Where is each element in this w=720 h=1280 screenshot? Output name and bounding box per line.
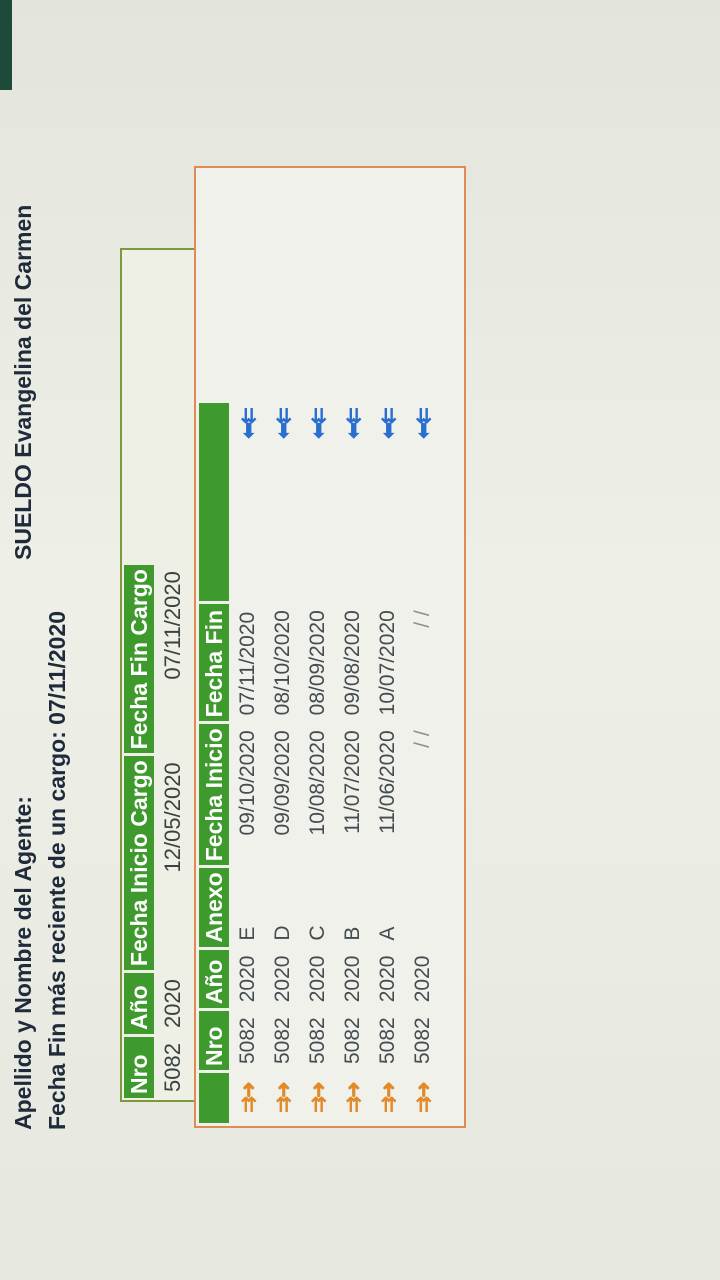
cell-nro: 5082 — [271, 1017, 294, 1064]
cell-nro: 5082 — [236, 1017, 259, 1064]
cell-anexo: C — [306, 925, 329, 941]
cell-anio: 2020 — [306, 955, 329, 1003]
annex-table: Nro Año Anexo Fecha Inicio Fecha Fin ⇉➜ … — [196, 400, 442, 1126]
agent-header: Apellido y Nombre del Agente: SUELDO Eva… — [6, 10, 74, 1130]
cell-fecha-inicio: 09/09/2020 — [271, 730, 294, 836]
last-end-date-label: Fecha Fin más reciente de un cargo: — [44, 731, 70, 1130]
col-nro: Nro — [199, 1011, 229, 1070]
col-fecha-fin: Fecha Fin — [199, 604, 229, 722]
cell-fecha-fin: 10/07/2020 — [376, 610, 399, 716]
col-anio: Año — [124, 973, 154, 1035]
cell-fecha-inicio: 11/07/2020 — [341, 730, 364, 834]
cell-anio: 2020 — [271, 955, 294, 1003]
cell-fecha-inicio: 12/05/2020 — [160, 762, 185, 873]
cell-fecha-inicio: 09/10/2020 — [236, 730, 259, 836]
arrow-left-icon[interactable]: ⬅⇇ — [407, 403, 439, 601]
cell-nro: 5082 — [376, 1017, 399, 1064]
table-row: ⇉➜ 5082 2020 C 10/08/2020 08/09/2020 ⬅⇇ — [302, 403, 334, 1123]
table-row: ⇉➜ 5082 2020 E 09/10/2020 07/11/2020 ⬅⇇ — [232, 403, 264, 1123]
col-anexo: Anexo — [199, 868, 229, 947]
agent-name-row: Apellido y Nombre del Agente: SUELDO Eva… — [6, 10, 40, 1130]
arrow-left-icon[interactable]: ⬅⇇ — [337, 403, 369, 601]
col-nro: Nro — [124, 1037, 154, 1098]
cell-nro: 5082 — [341, 1017, 364, 1064]
table-row: ⇉➜ 5082 2020 / / / / ⬅⇇ — [407, 403, 439, 1123]
cell-nro: 5082 — [411, 1017, 434, 1064]
table-row: ⇉➜ 5082 2020 B 11/07/2020 09/08/2020 ⬅⇇ — [337, 403, 369, 1123]
cell-anexo: E — [236, 926, 259, 941]
arrow-right-icon[interactable]: ⇉➜ — [407, 1073, 439, 1123]
table-row: ⇉➜ 5082 2020 A 11/06/2020 10/07/2020 ⬅⇇ — [372, 403, 404, 1123]
table-row: 5082 2020 12/05/2020 07/11/2020 — [157, 565, 189, 1098]
cell-nro: 5082 — [306, 1017, 329, 1064]
arrow-right-icon[interactable]: ⇉➜ — [232, 1073, 264, 1123]
last-end-date-value: 07/11/2020 — [44, 610, 70, 725]
arrow-right-icon[interactable]: ⇉➜ — [302, 1073, 334, 1123]
col-fecha-fin-cargo: Fecha Fin Cargo — [124, 565, 154, 754]
col-fecha-inicio: Fecha Inicio — [199, 724, 229, 866]
arrow-right-icon[interactable]: ⇉➜ — [372, 1073, 404, 1123]
cell-fecha-fin: 07/11/2020 — [236, 611, 259, 716]
cell-fecha-fin: / / — [411, 610, 434, 628]
cell-anio: 2020 — [376, 955, 399, 1003]
cell-fecha-inicio: / / — [411, 730, 434, 748]
cell-fecha-inicio: 10/08/2020 — [306, 730, 329, 836]
agent-name-label: Apellido y Nombre del Agente: — [10, 796, 36, 1130]
col-left-action — [199, 1073, 229, 1123]
cell-fecha-fin: 07/11/2020 — [160, 571, 185, 680]
last-end-date-row: Fecha Fin más reciente de un cargo: 07/1… — [40, 10, 74, 1130]
cargo-table: Nro Año Fecha Inicio Cargo Fecha Fin Car… — [121, 562, 192, 1101]
cell-fecha-fin: 09/08/2020 — [341, 610, 364, 716]
cell-anio: 2020 — [341, 955, 364, 1003]
cell-fecha-inicio: 11/06/2020 — [376, 730, 399, 834]
cell-anexo — [407, 868, 439, 946]
arrow-left-icon[interactable]: ⬅⇇ — [232, 403, 264, 601]
agent-name-value: SUELDO Evangelina del Carmen — [10, 204, 36, 560]
arrow-left-icon[interactable]: ⬅⇇ — [302, 403, 334, 601]
cargo-header-row: Nro Año Fecha Inicio Cargo Fecha Fin Car… — [124, 565, 154, 1098]
cell-anio: 2020 — [411, 955, 434, 1003]
arrow-right-icon[interactable]: ⇉➜ — [267, 1073, 299, 1123]
annex-card: Nro Año Anexo Fecha Inicio Fecha Fin ⇉➜ … — [194, 166, 466, 1128]
cell-anexo: D — [271, 925, 294, 941]
col-right-action — [199, 403, 229, 602]
table-row: ⇉➜ 5082 2020 D 09/09/2020 08/10/2020 ⬅⇇ — [267, 403, 299, 1123]
arrow-left-icon[interactable]: ⬅⇇ — [372, 403, 404, 601]
page-stage: Apellido y Nombre del Agente: SUELDO Eva… — [0, 0, 720, 1280]
arrow-right-icon[interactable]: ⇉➜ — [337, 1073, 369, 1123]
col-anio: Año — [199, 949, 229, 1009]
arrow-left-icon[interactable]: ⬅⇇ — [267, 403, 299, 601]
cell-anexo: B — [341, 926, 364, 941]
cell-nro: 5082 — [160, 1043, 185, 1092]
cell-anio: 2020 — [236, 955, 259, 1003]
col-fecha-inicio-cargo: Fecha Inicio Cargo — [124, 756, 154, 971]
cell-anio: 2020 — [160, 979, 185, 1029]
cell-fecha-fin: 08/10/2020 — [271, 610, 294, 716]
cell-fecha-fin: 08/09/2020 — [306, 610, 329, 716]
annex-header-row: Nro Año Anexo Fecha Inicio Fecha Fin — [199, 403, 229, 1123]
cell-anexo: A — [376, 926, 399, 941]
